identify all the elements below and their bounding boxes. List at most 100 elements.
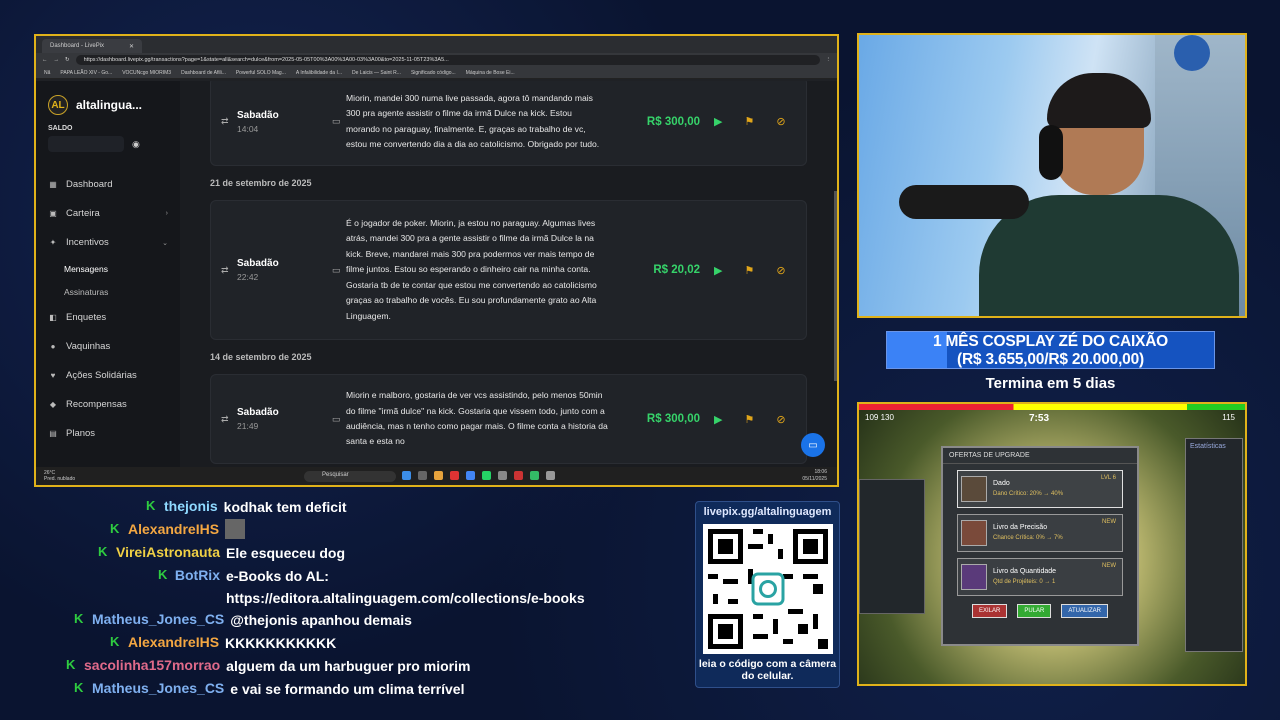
saldo-label: SALDO: [48, 125, 73, 132]
chat-user: Matheus_Jones_CS: [92, 611, 225, 627]
bookmark-item[interactable]: PAPA LEÃO XIV - Go...: [60, 70, 112, 76]
game-hud-right: 115: [1222, 413, 1235, 422]
bookmark-item[interactable]: Significado código...: [411, 70, 456, 76]
dashboard-icon: ▦: [49, 180, 57, 189]
chat-text: e vai se formando um clima terrível: [230, 681, 465, 697]
clock[interactable]: 18:06 05/11/2025: [802, 469, 827, 483]
bookmark-item[interactable]: Powerful SOLO Mag...: [236, 70, 286, 76]
exile-button[interactable]: EXILAR: [972, 604, 1008, 618]
taskbar-search[interactable]: Pesquisar: [304, 471, 396, 482]
address-input[interactable]: https://dashboard.livepix.gg/transaction…: [75, 55, 820, 65]
piggy-icon: ●: [50, 342, 56, 351]
date-heading: 14 de setembro de 2025: [210, 352, 312, 362]
chat-text: Ele esqueceu dog: [226, 545, 346, 561]
windows-icon[interactable]: [402, 471, 411, 480]
upgrade-option[interactable]: Livro da Precisão Chance Crítica: 0% → 7%…: [957, 514, 1123, 552]
transfer-icon: ⇄: [221, 264, 229, 275]
chat-user: thejonis: [164, 498, 218, 514]
chrome-icon[interactable]: [466, 471, 475, 480]
transaction-message: Miorin e malboro, gostaria de ver vcs as…: [346, 390, 608, 447]
app-icon[interactable]: [546, 471, 555, 480]
upgrade-option[interactable]: Dado Dano Crítico: 20% → 40% LVL 6: [957, 470, 1123, 508]
sidebar-item-vaquinhas[interactable]: ● Vaquinhas: [48, 332, 168, 361]
chat-text: e-Books do AL: https://editora.altalingu…: [226, 568, 585, 606]
chat-message: Kthejonis kodhak tem deficit: [146, 498, 347, 517]
donation-goal: 1 MÊS COSPLAY ZÉ DO CAIXÃO (R$ 3.655,00/…: [886, 331, 1215, 369]
forward-icon[interactable]: →: [54, 57, 60, 63]
message-icon: ▭: [332, 116, 341, 126]
upgrade-title: OFERTAS DE UPGRADE: [943, 448, 1137, 464]
sidebar-item-carteira[interactable]: ▣ Carteira ›: [48, 199, 168, 228]
sidebar-item-assinaturas[interactable]: Assinaturas: [48, 280, 168, 303]
flag-icon[interactable]: ⚑: [744, 115, 754, 128]
bookmark-item[interactable]: VOCUNcgo MIORIM3: [122, 70, 171, 76]
transaction-actions: ▶ ⚑ ⊘: [714, 115, 786, 128]
block-icon[interactable]: ⊘: [776, 115, 785, 128]
browser-tab[interactable]: Dashboard - LivePix ✕: [42, 39, 142, 53]
replay-icon[interactable]: ▶: [714, 413, 722, 426]
refresh-button[interactable]: ATUALIZAR: [1061, 604, 1108, 618]
app-icon[interactable]: [530, 471, 539, 480]
sidebar-item-planos[interactable]: ▤ Planos: [48, 419, 168, 448]
kick-icon: K: [110, 634, 120, 649]
whatsapp-icon[interactable]: [482, 471, 491, 480]
reload-icon[interactable]: ↻: [65, 57, 70, 63]
app-icon[interactable]: [514, 471, 523, 480]
goal-ends: Termina em 5 dias: [985, 375, 1116, 392]
bookmark-item[interactable]: Dashboard de Afili...: [181, 70, 226, 76]
app-icon[interactable]: [450, 471, 459, 480]
bookmark-item[interactable]: De Laicis — Saint R...: [352, 70, 401, 76]
menu-icon[interactable]: ⋮: [826, 57, 832, 63]
transaction-message: Miorin, mandei 300 numa live passada, ag…: [346, 92, 600, 149]
flag-icon[interactable]: ⚑: [744, 264, 754, 277]
skip-button[interactable]: PULAR: [1017, 604, 1052, 618]
transactions-list: ⇄ Sabadão 14:04 ▭ Miorin, mandei 300 numa…: [180, 81, 837, 467]
qr-instruction: leia o código com a câmera do celular.: [698, 658, 837, 682]
sidebar-item-enquetes[interactable]: ◧ Enquetes: [48, 303, 168, 332]
sidebar-item-dashboard[interactable]: ▦ Dashboard: [48, 170, 168, 199]
transaction-time: 22:42: [237, 272, 259, 282]
chat-user: AlexandreIHS: [128, 634, 220, 650]
block-icon[interactable]: ⊘: [776, 413, 785, 426]
main-scrollbar[interactable]: [834, 191, 837, 381]
bookmark-item[interactable]: A Infalibilidade da I...: [296, 70, 342, 76]
upgrade-text: Livro da Precisão Chance Crítica: 0% → 7%: [993, 523, 1063, 543]
sidebar-item-acoes-solidarias[interactable]: ♥ Ações Solidárias: [48, 361, 168, 390]
flag-icon[interactable]: ⚑: [744, 413, 754, 426]
folder-icon[interactable]: [434, 471, 443, 480]
transaction-date: Sabadão 22:42: [237, 258, 332, 282]
sidebar-item-label: Assinaturas: [64, 286, 109, 297]
sparkle-icon: ✦: [49, 238, 57, 247]
close-icon[interactable]: ✕: [129, 43, 134, 50]
kick-icon: K: [110, 521, 120, 536]
bookmark-item[interactable]: Nã: [44, 70, 50, 76]
upgrade-option[interactable]: Livro da Quantidade Qtd de Projéteis: 0 →…: [957, 558, 1123, 596]
sidebar-item-incentivos[interactable]: ✦ Incentivos ⌄: [48, 228, 168, 257]
weather-widget[interactable]: 26°C Pred. nublado: [44, 470, 75, 482]
sidebar-item-label: Dashboard: [66, 179, 113, 190]
back-icon[interactable]: ←: [42, 57, 48, 63]
block-icon[interactable]: ⊘: [776, 264, 785, 277]
chat-user: AlexandreIHS: [128, 521, 220, 537]
kick-icon: K: [158, 567, 168, 582]
eye-icon[interactable]: ◉: [132, 139, 140, 150]
chat-message: K AlexandreIHS KKKKKKKKKKK: [110, 634, 336, 653]
brand[interactable]: AL altalingua...: [48, 95, 168, 115]
bookmark-item[interactable]: Máquina de Bose Ei...: [466, 70, 515, 76]
sidebar-item-mensagens[interactable]: Mensagens: [48, 257, 168, 280]
app-icon[interactable]: [498, 471, 507, 480]
kick-icon: K: [66, 657, 76, 672]
sidebar-item-label: Enquetes: [66, 312, 107, 323]
brand-name: altalingua...: [76, 98, 143, 112]
upgrade-level: NEW: [1102, 519, 1116, 525]
app-icon[interactable]: [418, 471, 427, 480]
chat-user: VireiAstronauta: [116, 544, 220, 560]
chat-text: @thejonis apanhou demais: [230, 612, 412, 628]
upgrade-name: Livro da Precisão: [993, 524, 1048, 531]
replay-icon[interactable]: ▶: [714, 115, 722, 128]
replay-icon[interactable]: ▶: [714, 264, 722, 277]
sidebar-item-recompensas[interactable]: ◆ Recompensas: [48, 390, 168, 419]
chat-support-button[interactable]: ▭: [801, 433, 825, 457]
transaction-message: É o jogador de poker. Miorin, ja estou n…: [346, 218, 597, 321]
transaction-time: 14:04: [237, 123, 259, 134]
